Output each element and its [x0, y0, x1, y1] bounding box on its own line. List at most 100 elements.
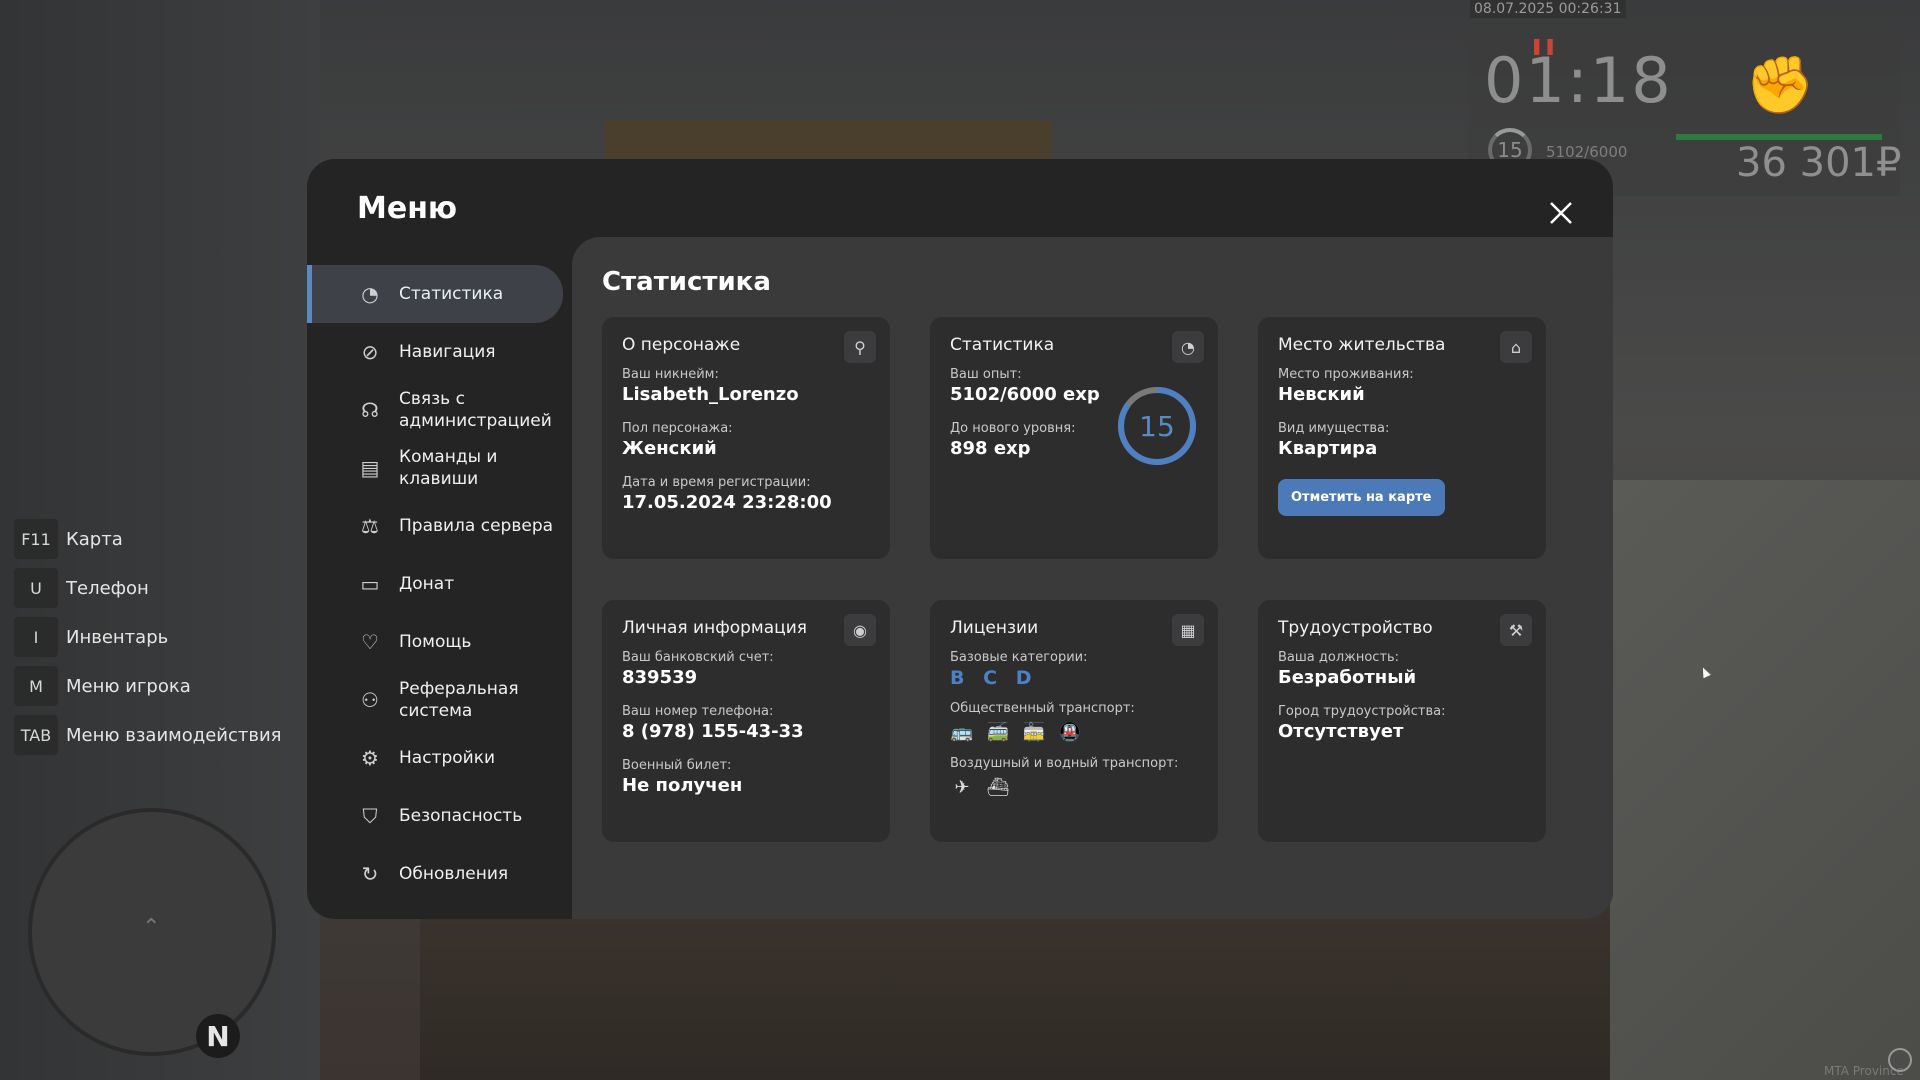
- north-indicator: N: [196, 1014, 240, 1058]
- card-title: О персонаже: [622, 335, 741, 355]
- job-city-value: Отсутствует: [1278, 721, 1404, 742]
- loading-icon: [1888, 1048, 1912, 1072]
- sidebar-item-statistics[interactable]: ◔ Статистика: [307, 265, 563, 323]
- card-title: Место жительства: [1278, 335, 1446, 355]
- sidebar-item-donate[interactable]: ▭ Донат: [307, 555, 563, 613]
- level-value: 15: [1139, 409, 1175, 443]
- registration-label: Дата и время регистрации:: [622, 475, 811, 490]
- key-hint-phone: U Телефон: [14, 567, 281, 609]
- refresh-icon: ↻: [361, 862, 379, 886]
- key-cap: F11: [14, 519, 58, 559]
- key-label: Инвентарь: [66, 626, 169, 648]
- sidebar-item-label: Связь с администрацией: [399, 389, 552, 431]
- menu-title: Меню: [357, 191, 458, 226]
- card-licenses: Лицензии ▦ Базовые категории: B C D Обще…: [930, 600, 1218, 842]
- sidebar-item-label: Навигация: [399, 342, 496, 362]
- sidebar-item-commands[interactable]: ▤ Команды и клавиши: [307, 439, 563, 497]
- sidebar-item-label: Правила сервера: [399, 516, 554, 536]
- card-residence: Место жительства ⌂ Место проживания: Нев…: [1258, 317, 1546, 559]
- home-icon: ⌂: [1500, 331, 1532, 363]
- phone-value: 8 (978) 155-43-33: [622, 721, 804, 742]
- gender-value: Женский: [622, 438, 717, 459]
- military-id-label: Военный билет:: [622, 758, 732, 773]
- mark-on-map-button[interactable]: Отметить на карте: [1278, 479, 1445, 516]
- exp-label: Ваш опыт:: [950, 367, 1022, 382]
- license-icon: ▦: [1172, 614, 1204, 646]
- hud-time: 01:18: [1484, 44, 1673, 117]
- sidebar-item-settings[interactable]: ⚙ Настройки: [307, 729, 563, 787]
- player-arrow-icon: ⌃: [142, 915, 161, 940]
- page-title: Статистика: [602, 267, 771, 297]
- scales-icon: ⚖: [361, 514, 379, 538]
- sidebar-item-security[interactable]: ⛉ Безопасность: [307, 787, 563, 845]
- residence-label: Место проживания:: [1278, 367, 1414, 382]
- key-cap: U: [14, 568, 58, 608]
- card-title: Лицензии: [950, 618, 1039, 638]
- key-label: Меню игрока: [66, 675, 191, 697]
- public-transport-label: Общественный транспорт:: [950, 701, 1135, 716]
- sidebar-item-referral[interactable]: ⚇ Реферальная система: [307, 671, 563, 729]
- license-category: C: [983, 667, 1000, 689]
- key-hint-player-menu: M Меню игрока: [14, 665, 281, 707]
- sidebar-item-rules[interactable]: ⚖ Правила сервера: [307, 497, 563, 555]
- bank-account-value: 839539: [622, 667, 698, 688]
- document-icon: ▤: [360, 456, 380, 480]
- residence-value: Невский: [1278, 384, 1365, 405]
- compass-icon: ⊘: [361, 340, 379, 364]
- key-hint-inventory: I Инвентарь: [14, 616, 281, 658]
- position-value: Безработный: [1278, 667, 1417, 688]
- license-category: B: [950, 667, 967, 689]
- phone-label: Ваш номер телефона:: [622, 704, 774, 719]
- headset-icon: ☊: [361, 398, 379, 422]
- property-type-value: Квартира: [1278, 438, 1378, 459]
- user-icon: ⚲: [844, 331, 876, 363]
- bank-account-label: Ваш банковский счет:: [622, 650, 774, 665]
- sidebar-item-label: Помощь: [399, 632, 472, 652]
- nickname-value: Lisabeth_Lorenzo: [622, 384, 799, 405]
- position-label: Ваша должность:: [1278, 650, 1400, 665]
- close-button[interactable]: [1545, 197, 1577, 229]
- background-right: [1610, 480, 1920, 1080]
- sidebar-item-label: Донат: [399, 574, 455, 594]
- pie-chart-icon: ◔: [1172, 331, 1204, 363]
- wallet-icon: ▭: [360, 572, 380, 596]
- key-cap: I: [14, 617, 58, 657]
- sidebar-item-label: Статистика: [399, 284, 504, 304]
- close-icon: [1550, 202, 1572, 224]
- card-title: Статистика: [950, 335, 1055, 355]
- sidebar-item-help[interactable]: ♡ Помощь: [307, 613, 563, 671]
- plane-icon: ✈: [954, 776, 970, 798]
- fist-icon: ✊: [1745, 53, 1815, 118]
- key-hints: F11 Карта U Телефон I Инвентарь M Меню и…: [14, 518, 281, 763]
- handshake-icon: ♡: [361, 630, 379, 654]
- sidebar-item-admin-contact[interactable]: ☊ Связь с администрацией: [307, 381, 563, 439]
- gender-label: Пол персонажа:: [622, 421, 733, 436]
- pie-chart-icon: ◔: [361, 282, 379, 306]
- shield-icon: ⛉: [362, 804, 378, 828]
- card-employment: Трудоустройство ⚒ Ваша должность: Безраб…: [1258, 600, 1546, 842]
- sidebar-item-label: Команды и клавиши: [399, 447, 498, 489]
- tram-icon: 🚋: [1022, 721, 1046, 743]
- card-statistics: Статистика ◔ Ваш опыт: 5102/6000 exp До …: [930, 317, 1218, 559]
- sidebar-item-label: Безопасность: [399, 806, 523, 826]
- metro-icon: 🚇: [1058, 721, 1082, 743]
- gear-icon: ⚙: [361, 746, 379, 770]
- content-area: Статистика О персонаже ⚲ Ваш никнейм: Li…: [572, 237, 1613, 919]
- sidebar-item-navigation[interactable]: ⊘ Навигация: [307, 323, 563, 381]
- hud-pause-icon: ❚❚: [1530, 36, 1557, 55]
- public-transport-icons: 🚌 🚎 🚋 🚇: [950, 720, 1198, 744]
- property-type-label: Вид имущества:: [1278, 421, 1390, 436]
- registration-value: 17.05.2024 23:28:00: [622, 492, 832, 513]
- air-water-transport-icons: ✈ ⛴: [950, 775, 1198, 799]
- key-label: Карта: [66, 528, 123, 550]
- sidebar-item-label: Реферальная система: [399, 679, 519, 721]
- boat-icon: ⛴: [986, 776, 1010, 798]
- license-category: D: [1015, 667, 1034, 689]
- trolleybus-icon: 🚎: [986, 721, 1010, 743]
- referral-icon: ⚇: [361, 688, 379, 712]
- card-title: Трудоустройство: [1278, 618, 1433, 638]
- sidebar-item-label: Обновления: [399, 864, 509, 884]
- key-label: Меню взаимодействия: [66, 724, 282, 746]
- sidebar-item-updates[interactable]: ↻ Обновления: [307, 845, 563, 903]
- user-circle-icon: ◉: [844, 614, 876, 646]
